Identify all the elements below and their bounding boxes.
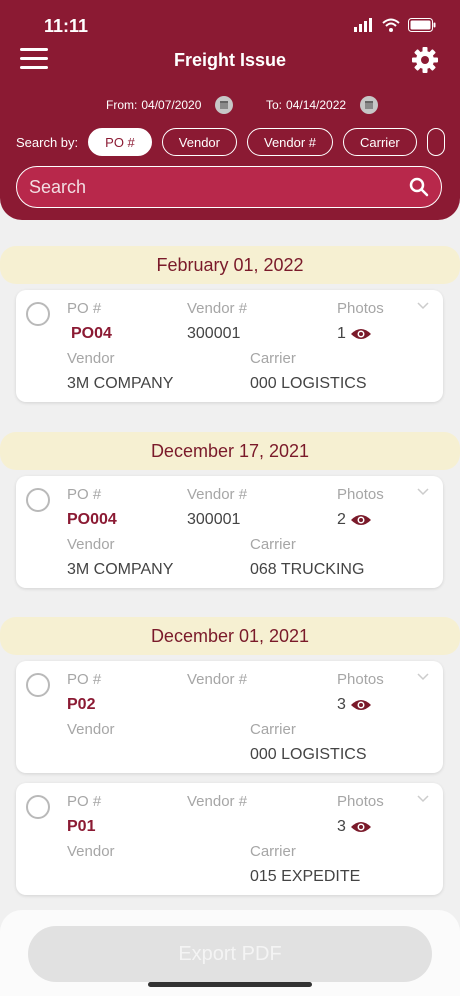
issue-card[interactable]: PO # Vendor # Photos PO004 300001 2 Vend… — [16, 476, 443, 588]
signal-icon — [354, 18, 372, 32]
to-date[interactable]: 04/14/2022 — [286, 98, 346, 112]
from-date[interactable]: 04/07/2020 — [141, 98, 201, 112]
page-title: Freight Issue — [173, 50, 287, 70]
battery-icon — [408, 18, 436, 32]
issue-card[interactable]: PO # Vendor # Photos P01 3 Vendor Carrie… — [16, 783, 443, 895]
photos-label: Photos — [337, 793, 384, 810]
search-input[interactable]: Search — [16, 166, 442, 208]
status-bar: 11:11 — [0, 12, 460, 40]
home-indicator[interactable] — [148, 982, 312, 987]
eye-icon[interactable] — [350, 698, 372, 712]
photos-count: 1 — [337, 325, 346, 342]
from-label: From: — [106, 98, 138, 112]
eye-icon[interactable] — [350, 513, 372, 527]
photos-label: Photos — [337, 486, 384, 503]
issue-card[interactable]: PO # Vendor # Photos PO04 300001 1 Vendo… — [16, 290, 443, 402]
status-icons — [354, 18, 436, 32]
filter-chip-carrier[interactable]: Carrier — [343, 128, 417, 156]
calendar-icon[interactable] — [360, 96, 379, 114]
chevron-down-icon[interactable] — [417, 795, 429, 803]
carrier-name: 068 TRUCKING — [250, 561, 365, 578]
chevron-down-icon[interactable] — [417, 488, 429, 496]
export-pdf-button[interactable]: Export PDF — [28, 926, 432, 982]
filter-chip-more[interactable] — [426, 128, 445, 156]
po-number[interactable]: P02 — [67, 696, 95, 714]
date-section-header: December 01, 2021 — [0, 617, 460, 655]
status-time: 11:11 — [44, 16, 89, 36]
filter-chip-vendor-number[interactable]: Vendor # — [246, 128, 334, 156]
select-radio[interactable] — [26, 302, 50, 326]
from-date-group[interactable]: From: 04/07/2020 — [106, 96, 234, 114]
search-by-bar: Search by: PO # Vendor Vendor # Carrier — [16, 128, 460, 156]
app-header: 11:11 Freight Issue From: 04/07/2020 To:… — [0, 0, 460, 220]
photos-count-group[interactable]: 2 — [337, 511, 372, 529]
gear-icon — [412, 47, 438, 73]
select-radio[interactable] — [26, 795, 50, 819]
vendor-label: Vendor — [67, 843, 115, 860]
eye-icon[interactable] — [350, 820, 372, 834]
to-date-group[interactable]: To: 04/14/2022 — [266, 96, 379, 114]
po-label: PO # — [67, 486, 102, 503]
carrier-label: Carrier — [250, 843, 296, 860]
carrier-label: Carrier — [250, 721, 296, 738]
search-icon[interactable] — [409, 177, 429, 197]
photos-count-group[interactable]: 3 — [337, 818, 372, 836]
vendor-number: 300001 — [187, 325, 241, 342]
carrier-label: Carrier — [250, 536, 296, 553]
vendor-label: Vendor — [67, 721, 115, 738]
search-placeholder: Search — [29, 177, 87, 197]
vendor-name: 3M COMPANY — [67, 561, 174, 578]
settings-button[interactable] — [410, 45, 440, 75]
filter-chip-po[interactable]: PO # — [88, 128, 152, 156]
select-radio[interactable] — [26, 673, 50, 697]
carrier-label: Carrier — [250, 350, 296, 367]
date-range: From: 04/07/2020 To: 04/14/2022 — [0, 96, 460, 116]
vendor-label: Vendor — [67, 350, 115, 367]
select-radio[interactable] — [26, 488, 50, 512]
po-number[interactable]: PO004 — [67, 511, 117, 529]
photos-label: Photos — [337, 300, 384, 317]
po-number[interactable]: PO04 — [71, 325, 112, 343]
to-label: To: — [266, 98, 283, 112]
photos-count-group[interactable]: 3 — [337, 696, 372, 714]
vendor-number-label: Vendor # — [187, 671, 248, 688]
chevron-down-icon[interactable] — [417, 302, 429, 310]
photos-label: Photos — [337, 671, 384, 688]
eye-icon[interactable] — [350, 327, 372, 341]
filter-chip-vendor[interactable]: Vendor — [161, 128, 237, 156]
vendor-number: 300001 — [187, 511, 241, 528]
carrier-name: 000 LOGISTICS — [250, 375, 367, 392]
search-by-label: Search by: — [16, 134, 79, 150]
footer-bar: Export PDF — [0, 910, 460, 996]
vendor-label: Vendor — [67, 536, 115, 553]
po-label: PO # — [67, 671, 102, 688]
vendor-number-label: Vendor # — [187, 300, 248, 317]
issue-card[interactable]: PO # Vendor # Photos P02 3 Vendor Carrie… — [16, 661, 443, 773]
photos-count: 2 — [337, 511, 346, 528]
photos-count: 3 — [337, 818, 346, 835]
carrier-name: 000 LOGISTICS — [250, 746, 367, 763]
vendor-number-label: Vendor # — [187, 486, 248, 503]
vendor-number-label: Vendor # — [187, 793, 248, 810]
po-label: PO # — [67, 300, 102, 317]
carrier-name: 015 EXPEDITE — [250, 868, 361, 885]
calendar-icon[interactable] — [215, 96, 234, 114]
po-label: PO # — [67, 793, 102, 810]
vendor-name: 3M COMPANY — [67, 375, 174, 392]
chevron-down-icon[interactable] — [417, 673, 429, 681]
photos-count: 3 — [337, 696, 346, 713]
po-number[interactable]: P01 — [67, 818, 95, 836]
date-section-header: February 01, 2022 — [0, 246, 460, 284]
wifi-icon — [382, 18, 400, 32]
photos-count-group[interactable]: 1 — [337, 325, 372, 343]
date-section-header: December 17, 2021 — [0, 432, 460, 470]
